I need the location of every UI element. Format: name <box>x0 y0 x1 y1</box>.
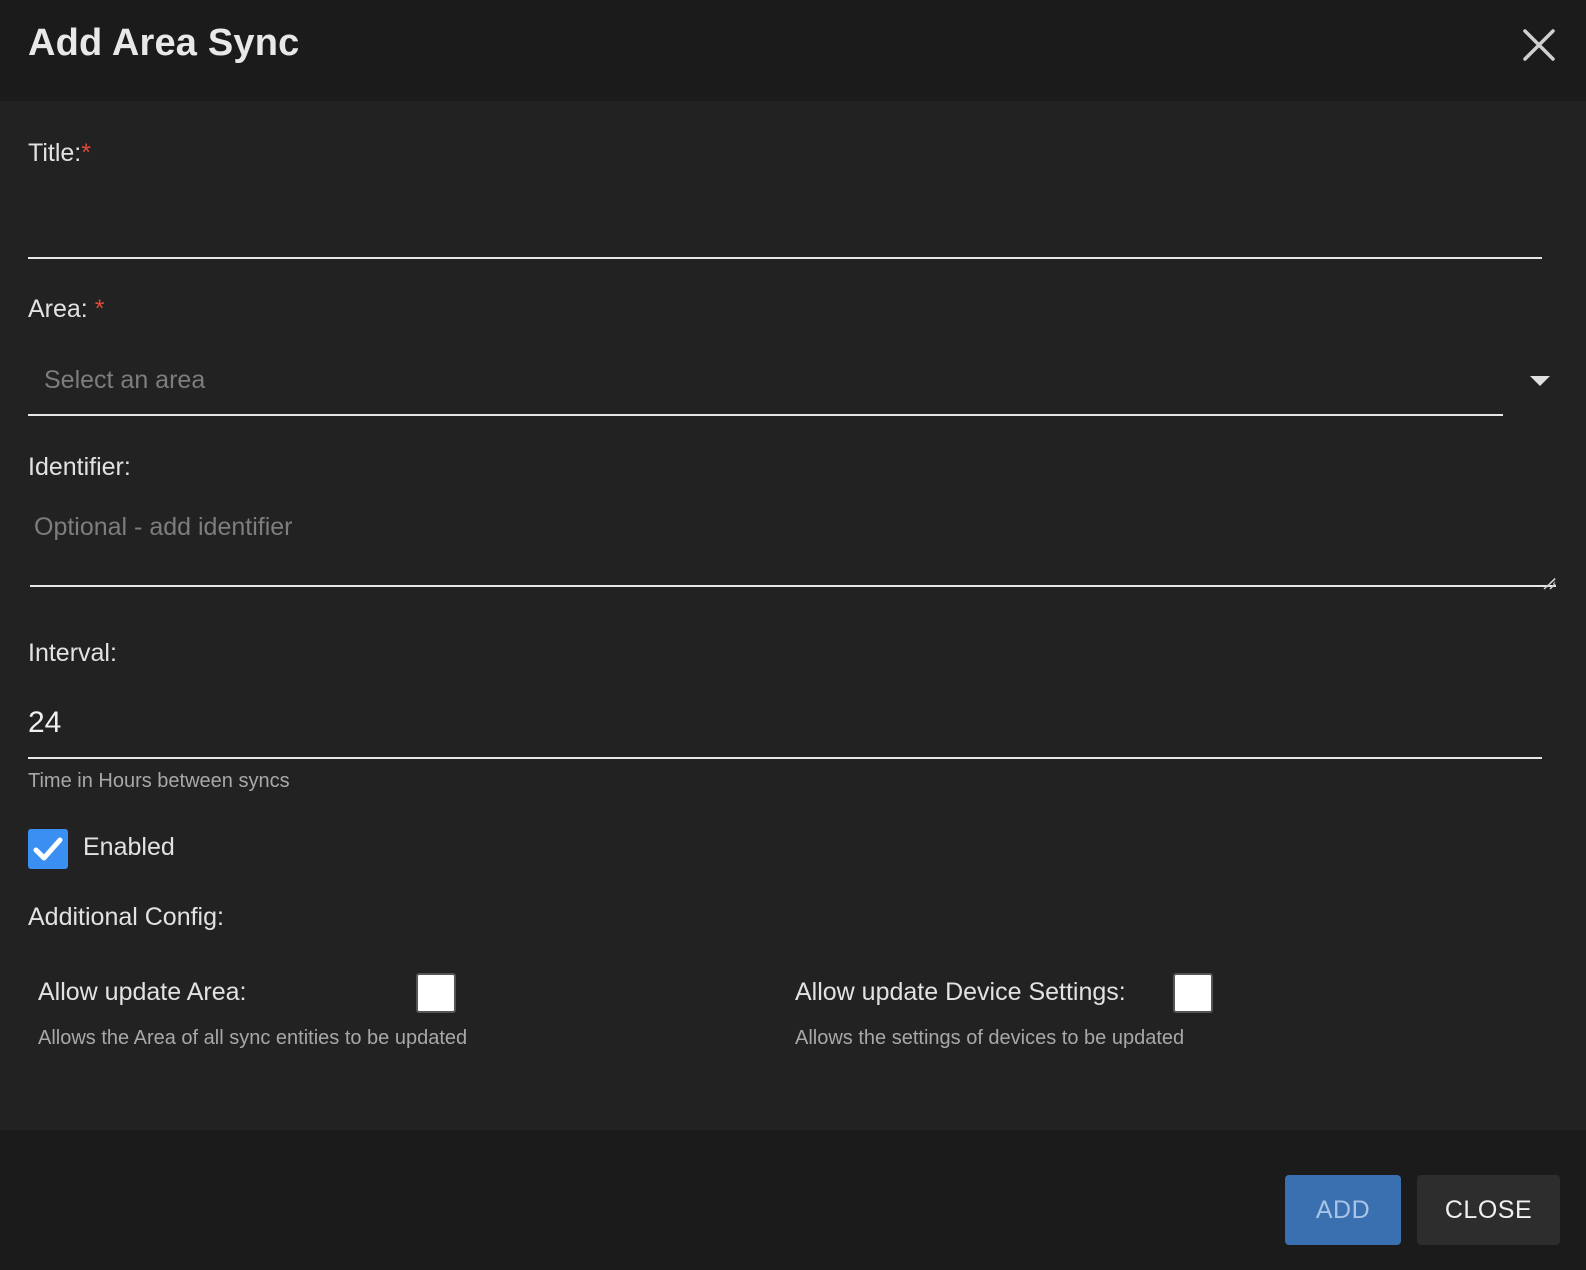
allow-update-device-settings-checkbox[interactable] <box>1173 973 1213 1013</box>
dialog-header: Add Area Sync <box>0 0 1586 101</box>
title-underline <box>28 257 1542 259</box>
allow-update-area-checkbox[interactable] <box>416 973 456 1013</box>
resize-handle-icon[interactable] <box>1542 578 1556 590</box>
allow-update-area-description: Allows the Area of all sync entities to … <box>38 1027 468 1049</box>
close-button[interactable]: CLOSE <box>1417 1175 1560 1245</box>
title-input[interactable] <box>28 190 1542 256</box>
chevron-down-icon[interactable] <box>1530 376 1550 386</box>
close-icon[interactable] <box>1522 28 1556 62</box>
interval-underline <box>28 757 1542 759</box>
allow-update-device-settings-label: Allow update Device Settings: <box>795 978 1126 1006</box>
area-select[interactable]: Select an area <box>28 345 1558 415</box>
dialog-title: Add Area Sync <box>28 22 300 64</box>
allow-update-area-label: Allow update Area: <box>38 978 247 1006</box>
interval-input[interactable] <box>28 698 1542 748</box>
add-area-sync-dialog: Add Area Sync Title:* Area: * Select an … <box>0 0 1586 1270</box>
add-button[interactable]: ADD <box>1285 1175 1401 1245</box>
additional-config-label: Additional Config: <box>28 903 224 931</box>
required-mark: * <box>94 295 105 323</box>
identifier-textarea[interactable] <box>30 505 1556 587</box>
area-select-placeholder: Select an area <box>44 366 206 394</box>
identifier-label: Identifier: <box>28 453 131 481</box>
required-mark: * <box>81 139 91 167</box>
enabled-checkbox[interactable] <box>28 829 68 869</box>
area-label: Area: * <box>28 295 105 323</box>
title-label: Title:* <box>28 139 91 167</box>
allow-update-device-settings-description: Allows the settings of devices to be upd… <box>795 1027 1185 1049</box>
area-underline <box>28 414 1503 416</box>
checkmark-icon <box>33 837 63 861</box>
enabled-label: Enabled <box>83 833 175 861</box>
interval-label: Interval: <box>28 639 117 667</box>
interval-hint: Time in Hours between syncs <box>28 770 290 792</box>
